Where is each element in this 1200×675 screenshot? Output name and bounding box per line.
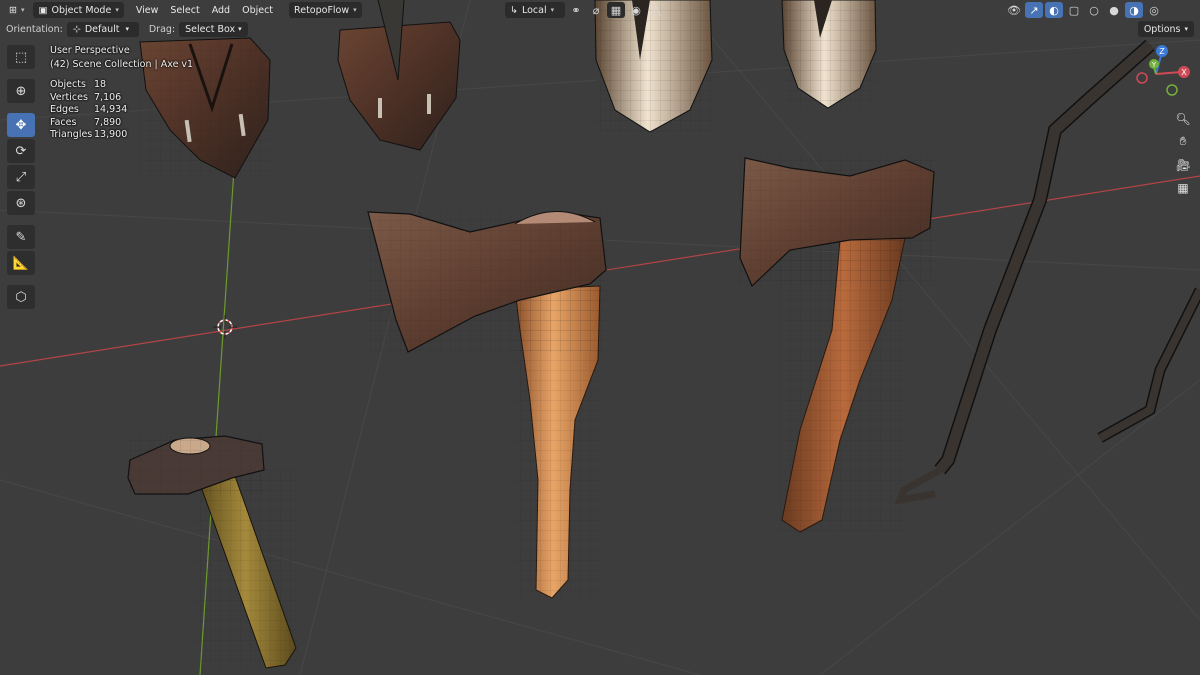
axis-neg-x-handle [1136, 72, 1148, 84]
axis-y-label: Y [1151, 61, 1157, 69]
orientation-label: Orientation: [6, 23, 63, 35]
rotate-icon[interactable]: ⟳ [7, 139, 35, 163]
drag-value: Select Box [185, 23, 236, 35]
chevron-down-icon: ▾ [125, 25, 130, 33]
visibility-icon[interactable]: 👁 [1005, 2, 1023, 18]
hammer [127, 435, 297, 669]
stat-edges: Edges 14,934 [50, 104, 193, 117]
stat-objects: Objects 18 [50, 79, 193, 92]
orientation-label: Local [521, 4, 547, 16]
rendered-shading-icon[interactable]: ◎ [1145, 2, 1163, 18]
camera-view-icon[interactable]: 🎥︎ [1172, 154, 1194, 175]
axis-z-label: Z [1159, 47, 1165, 56]
object-mode-icon: ▣ [38, 4, 48, 16]
snap-element-icon[interactable]: ▦ [607, 2, 625, 18]
collection-info: (42) Scene Collection | Axe v1 [50, 59, 194, 70]
viewport-text-overlay: User Perspective (42) Scene Collection |… [50, 44, 193, 142]
add-cube-icon[interactable]: ⬡ [7, 285, 35, 309]
transform-icon[interactable]: ⊛ [7, 191, 35, 215]
chevron-down-icon: ▾ [20, 6, 25, 14]
stat-triangles: Triangles 13,900 [50, 129, 193, 142]
3d-viewport-icon: ⊞ [9, 4, 17, 16]
snap-toggle-icon[interactable]: ⌀ [587, 2, 605, 18]
material-shading-icon[interactable]: ◑ [1125, 2, 1143, 18]
proportional-edit-icon[interactable]: ◉ [627, 2, 645, 18]
falloff-icon[interactable]: ⋀ [647, 2, 665, 18]
stat-label: Faces [50, 116, 77, 128]
wireframe-shading-icon[interactable]: ○ [1085, 2, 1103, 18]
tool-shelf: ⬚ ⊕ ✥ ⟳ ⤢ ⊛ ✎ 📐 ⬡ [7, 45, 37, 309]
scale-icon[interactable]: ⤢ [7, 165, 35, 189]
chevron-down-icon: ▾ [115, 6, 119, 14]
gizmo-icon[interactable]: ↗ [1025, 2, 1043, 18]
crowbar-2 [1097, 287, 1200, 443]
menu-object[interactable]: Object [236, 5, 279, 16]
zoom-icon[interactable]: 🔍︎ [1172, 108, 1194, 129]
orientation-icon: ↳ [510, 4, 518, 16]
stat-vertices: Vertices 7,106 [50, 92, 193, 105]
stat-label: Vertices [50, 91, 88, 103]
navigation-gizmo[interactable]: Z Y X [1114, 42, 1194, 112]
stat-faces: Faces 7,890 [50, 117, 193, 130]
menu-add[interactable]: Add [206, 5, 236, 16]
perspective-grid-icon[interactable]: ▦ [1172, 177, 1194, 198]
axe-1 [367, 211, 608, 599]
navigation-buttons: 🔍︎ ✋︎ 🎥︎ ▦ [1172, 108, 1194, 198]
tool-settings-bar: Orientation: ⊹ Default ▾ Drag: Select Box ▾… [0, 20, 1200, 38]
chevron-down-icon: ▾ [1184, 25, 1188, 33]
3d-cursor [213, 315, 237, 339]
annotate-icon[interactable]: ✎ [7, 225, 35, 249]
move-icon[interactable]: ✥ [7, 113, 35, 137]
drag-selector[interactable]: Select Box ▾ [179, 21, 248, 37]
stat-label: Triangles [50, 129, 93, 141]
select-box-icon[interactable]: ⬚ [7, 45, 35, 69]
options-button[interactable]: Options ▾ [1137, 21, 1194, 37]
axe-2 [739, 156, 935, 533]
orientation-value: Default [84, 23, 120, 35]
stat-value: 13,900 [94, 129, 128, 141]
editor-type-button[interactable]: ⊞ ▾ [4, 2, 29, 18]
mode-label: Object Mode [51, 4, 112, 16]
stat-value: 7,106 [94, 91, 122, 103]
menu-view[interactable]: View [130, 5, 165, 16]
stat-label: Edges [50, 104, 79, 116]
menu-select[interactable]: Select [164, 5, 205, 16]
retopoflow-menu[interactable]: RetopoFlow ▾ [289, 2, 362, 18]
stat-label: Objects [50, 79, 86, 90]
chevron-down-icon: ▾ [353, 6, 357, 14]
view-name: User Perspective [50, 45, 130, 56]
chevron-down-icon: ▾ [550, 6, 555, 14]
axis-neg-y-handle [1166, 84, 1178, 96]
statistics: Objects 18 Vertices 7,106 Edges 14,934 Face… [50, 79, 193, 142]
cursor-icon[interactable]: ⊕ [7, 79, 35, 103]
pan-hand-icon[interactable]: ✋︎ [1172, 131, 1194, 152]
overlay-icon[interactable]: ◐ [1045, 2, 1063, 18]
axis-x-label: X [1181, 68, 1187, 77]
stat-value: 7,890 [94, 116, 122, 128]
drag-label: Drag: [148, 23, 176, 35]
stat-value: 14,934 [94, 104, 128, 116]
mode-selector[interactable]: ▣ Object Mode ▾ [33, 2, 124, 18]
orientation-selector[interactable]: ⊹ Default ▾ [66, 21, 139, 37]
options-label: Options [1143, 23, 1181, 35]
measure-icon[interactable]: 📐 [7, 251, 35, 275]
orientation-icon: ⊹ [72, 23, 81, 35]
solid-shading-icon[interactable]: ● [1105, 2, 1123, 18]
stat-value: 18 [94, 79, 107, 90]
retopoflow-label: RetopoFlow [294, 4, 350, 16]
pivot-point-icon[interactable]: ⚭ [567, 2, 585, 18]
chevron-down-icon: ▾ [238, 25, 242, 33]
viewport-header: ⊞ ▾ ▣ Object Mode ▾ View Select Add Object… [0, 0, 1200, 20]
xray-icon[interactable]: ▢ [1065, 2, 1083, 18]
transform-orientation-selector[interactable]: ↳ Local ▾ [505, 2, 565, 18]
